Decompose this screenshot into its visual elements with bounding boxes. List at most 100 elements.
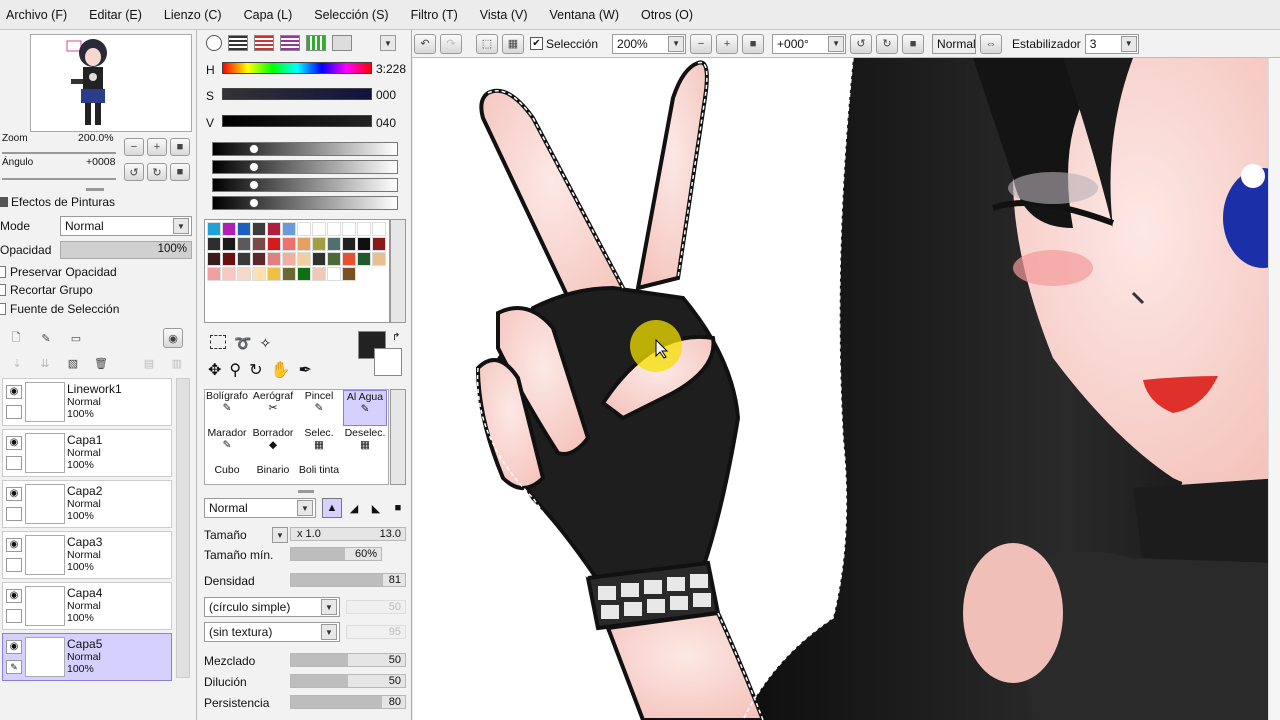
color-swatch[interactable]: [282, 252, 296, 266]
layer-item[interactable]: ◉ Capa4 Normal 100%: [2, 582, 172, 630]
color-swatch[interactable]: [372, 237, 386, 251]
tool-binary[interactable]: Binario: [251, 464, 295, 486]
color-swatch[interactable]: [327, 267, 341, 281]
color-swatch[interactable]: [222, 252, 236, 266]
color-swatch[interactable]: [267, 222, 281, 236]
scratchpad-icon[interactable]: [332, 35, 352, 51]
size-slider[interactable]: x 1.0 13.0: [290, 527, 406, 541]
color-swatch[interactable]: [342, 237, 356, 251]
tool-select[interactable]: Selec. ▦: [297, 427, 341, 463]
color-swatch[interactable]: [357, 237, 371, 251]
tool-eraser[interactable]: Borrador ◆: [251, 427, 295, 463]
color-swatch[interactable]: [252, 237, 266, 251]
rotate-icon[interactable]: ↻: [249, 360, 262, 380]
swatches-icon[interactable]: [306, 35, 326, 51]
clip-group-row[interactable]: Recortar Grupo: [0, 283, 93, 297]
effects-row[interactable]: Efectos de Pinturas: [0, 195, 115, 209]
color-swatch[interactable]: [237, 237, 251, 251]
eye-icon[interactable]: ◉: [6, 436, 22, 450]
swap-colors-icon[interactable]: ↱: [392, 332, 400, 343]
value-slider[interactable]: [222, 115, 372, 127]
color-swatch[interactable]: [252, 222, 266, 236]
color-swatch[interactable]: [327, 237, 341, 251]
shape-strength-slider[interactable]: 50: [346, 600, 406, 614]
color-swatch[interactable]: [207, 267, 221, 281]
magic-wand-icon[interactable]: ✧: [259, 335, 271, 352]
view-blend-select[interactable]: Normal: [932, 33, 977, 54]
copy-layer-icon[interactable]: ▥: [166, 353, 188, 373]
eye-icon[interactable]: ◉: [6, 640, 22, 654]
gray-slider-knob[interactable]: [249, 162, 259, 172]
preserve-opacity-row[interactable]: Preservar Opacidad: [0, 265, 117, 279]
rotation-select[interactable]: +000° ▼: [772, 33, 847, 54]
color-swatch[interactable]: [342, 222, 356, 236]
menu-layer[interactable]: Capa (L): [244, 8, 293, 22]
move-icon[interactable]: ✥: [208, 360, 221, 380]
color-swatch[interactable]: [237, 267, 251, 281]
eyedropper-icon[interactable]: ✒: [298, 360, 311, 380]
hsv-slider-icon[interactable]: [254, 35, 274, 51]
rotate-left-button[interactable]: ↺: [850, 33, 873, 54]
color-swatch[interactable]: [207, 222, 221, 236]
color-swatch[interactable]: [222, 267, 236, 281]
edge-medium-icon[interactable]: ◢: [344, 498, 364, 518]
gray-slider[interactable]: [212, 160, 398, 174]
brush-shape-select[interactable]: (círculo simple) ▼: [204, 597, 340, 617]
secondary-color[interactable]: [374, 348, 402, 376]
zoom-select[interactable]: 200% ▼: [612, 33, 687, 54]
color-swatch[interactable]: [297, 267, 311, 281]
color-swatch[interactable]: [222, 222, 236, 236]
color-swatch[interactable]: [297, 237, 311, 251]
lock-toggle[interactable]: [6, 456, 22, 470]
tool-airbrush[interactable]: Aerógraf ✂: [251, 390, 295, 426]
merge-down-icon[interactable]: ⇊: [34, 353, 56, 373]
color-wheel-icon[interactable]: [206, 35, 222, 51]
rect-select-icon[interactable]: [210, 335, 226, 349]
menu-others[interactable]: Otros (O): [641, 8, 693, 22]
edge-square-icon[interactable]: ■: [388, 498, 408, 518]
edge-hard-icon[interactable]: ▲: [322, 498, 342, 518]
tool-grid-scrollbar[interactable]: [390, 389, 406, 485]
color-swatch[interactable]: [297, 222, 311, 236]
undo-button[interactable]: ↶: [414, 33, 436, 54]
rotate-right-button[interactable]: ↻: [876, 33, 899, 54]
lock-icon[interactable]: ▤: [138, 353, 160, 373]
blending-slider[interactable]: 50: [290, 653, 406, 667]
invert-selection-button[interactable]: ▦: [502, 33, 524, 54]
color-swatch[interactable]: [357, 252, 371, 266]
rotate-reset-button[interactable]: ■: [170, 163, 190, 181]
color-swatch[interactable]: [312, 222, 326, 236]
color-swatch[interactable]: [207, 237, 221, 251]
layer-item[interactable]: ◉ Capa1 Normal 100%: [2, 429, 172, 477]
layer-mode-select[interactable]: Normal ▼: [60, 216, 192, 236]
selection-checkbox[interactable]: ✔: [530, 37, 543, 50]
color-swatch[interactable]: [267, 267, 281, 281]
color-swatch[interactable]: [237, 222, 251, 236]
color-swatch[interactable]: [222, 237, 236, 251]
selection-toggle[interactable]: ✔ Selección: [530, 37, 598, 51]
checkbox-preserve-opacity[interactable]: [0, 266, 6, 278]
color-swatch[interactable]: [267, 237, 281, 251]
color-swatch[interactable]: [237, 252, 251, 266]
gray-slider[interactable]: [212, 196, 398, 210]
zoom-out-button[interactable]: −: [690, 33, 713, 54]
color-swatch[interactable]: [372, 222, 386, 236]
color-swatch[interactable]: [312, 267, 326, 281]
menu-canvas[interactable]: Lienzo (C): [164, 8, 222, 22]
eye-icon[interactable]: ◉: [6, 487, 22, 501]
color-swatch[interactable]: [342, 252, 356, 266]
gray-slider-knob[interactable]: [249, 180, 259, 190]
zoom-in-button[interactable]: +: [147, 138, 167, 156]
zoom-icon[interactable]: ⚲: [229, 360, 241, 380]
rgb-slider-icon[interactable]: [228, 35, 248, 51]
layer-item[interactable]: ◉ Capa3 Normal 100%: [2, 531, 172, 579]
selection-source-row[interactable]: Fuente de Selección: [0, 302, 119, 316]
edge-soft-icon[interactable]: ◣: [366, 498, 386, 518]
gray-slider-knob[interactable]: [249, 198, 259, 208]
flip-horizontal-button[interactable]: ⇔: [980, 33, 1003, 54]
checkbox-selection-source[interactable]: [0, 303, 6, 315]
rotate-reset-button[interactable]: ■: [902, 33, 925, 54]
tool-marker[interactable]: Marador ✎: [205, 427, 249, 463]
menu-view[interactable]: Vista (V): [480, 8, 528, 22]
lock-toggle[interactable]: [6, 558, 22, 572]
